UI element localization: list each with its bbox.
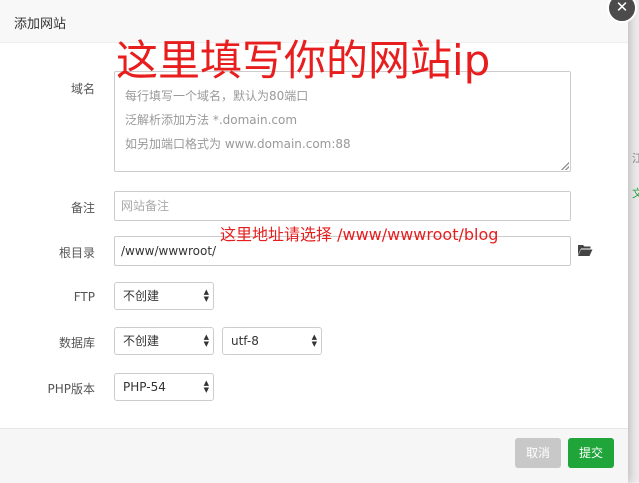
select-arrows-icon: ▲ ▼ bbox=[203, 288, 209, 303]
domain-annotation: 这里填写你的网站ip bbox=[116, 36, 491, 85]
submit-button[interactable]: 提交 bbox=[568, 438, 614, 468]
select-arrows-icon: ▲ ▼ bbox=[203, 333, 209, 348]
php-version-select[interactable]: PHP-54 ▲ ▼ bbox=[114, 373, 214, 401]
root-dir-label: 根目录 bbox=[58, 246, 95, 260]
domain-placeholder-line-3: 如另加端口格式为 www.domain.com:88 bbox=[125, 137, 351, 151]
folder-open-icon[interactable] bbox=[577, 243, 593, 257]
charset-select-value: utf-8 bbox=[231, 334, 259, 348]
dialog-title: 添加网站 bbox=[14, 17, 67, 32]
php-version-label: PHP版本 bbox=[47, 382, 96, 396]
resize-grip-icon[interactable] bbox=[561, 162, 569, 170]
background-text: 江 bbox=[632, 152, 639, 165]
cancel-button[interactable]: 取消 bbox=[515, 438, 561, 468]
database-select-value: 不创建 bbox=[123, 334, 160, 348]
ftp-select-value: 不创建 bbox=[123, 289, 160, 303]
remark-input[interactable]: 网站备注 bbox=[114, 191, 571, 221]
background-green-text: 文 bbox=[632, 187, 639, 200]
select-arrows-icon: ▲ ▼ bbox=[203, 379, 209, 394]
add-site-dialog: 添加网站 域名 每行填写一个域名，默认为80端口 泛解析添加方法 *.domai… bbox=[0, 0, 628, 483]
domain-label: 域名 bbox=[70, 82, 95, 96]
database-label: 数据库 bbox=[58, 336, 95, 350]
path-annotation: 这里地址请选择 /www/wwwroot/blog bbox=[220, 225, 499, 244]
database-select[interactable]: 不创建 ▲ ▼ bbox=[114, 327, 214, 355]
remark-label: 备注 bbox=[70, 201, 95, 215]
select-arrows-icon: ▲ ▼ bbox=[311, 333, 317, 348]
ftp-select[interactable]: 不创建 ▲ ▼ bbox=[114, 282, 214, 310]
ftp-label: FTP bbox=[73, 290, 95, 304]
domain-placeholder-line-1: 每行填写一个域名，默认为80端口 bbox=[125, 89, 309, 103]
domain-placeholder-line-2: 泛解析添加方法 *.domain.com bbox=[125, 113, 298, 127]
dialog-footer: 取消 提交 bbox=[0, 428, 628, 483]
charset-select[interactable]: utf-8 ▲ ▼ bbox=[222, 327, 322, 355]
php-version-select-value: PHP-54 bbox=[123, 380, 166, 394]
